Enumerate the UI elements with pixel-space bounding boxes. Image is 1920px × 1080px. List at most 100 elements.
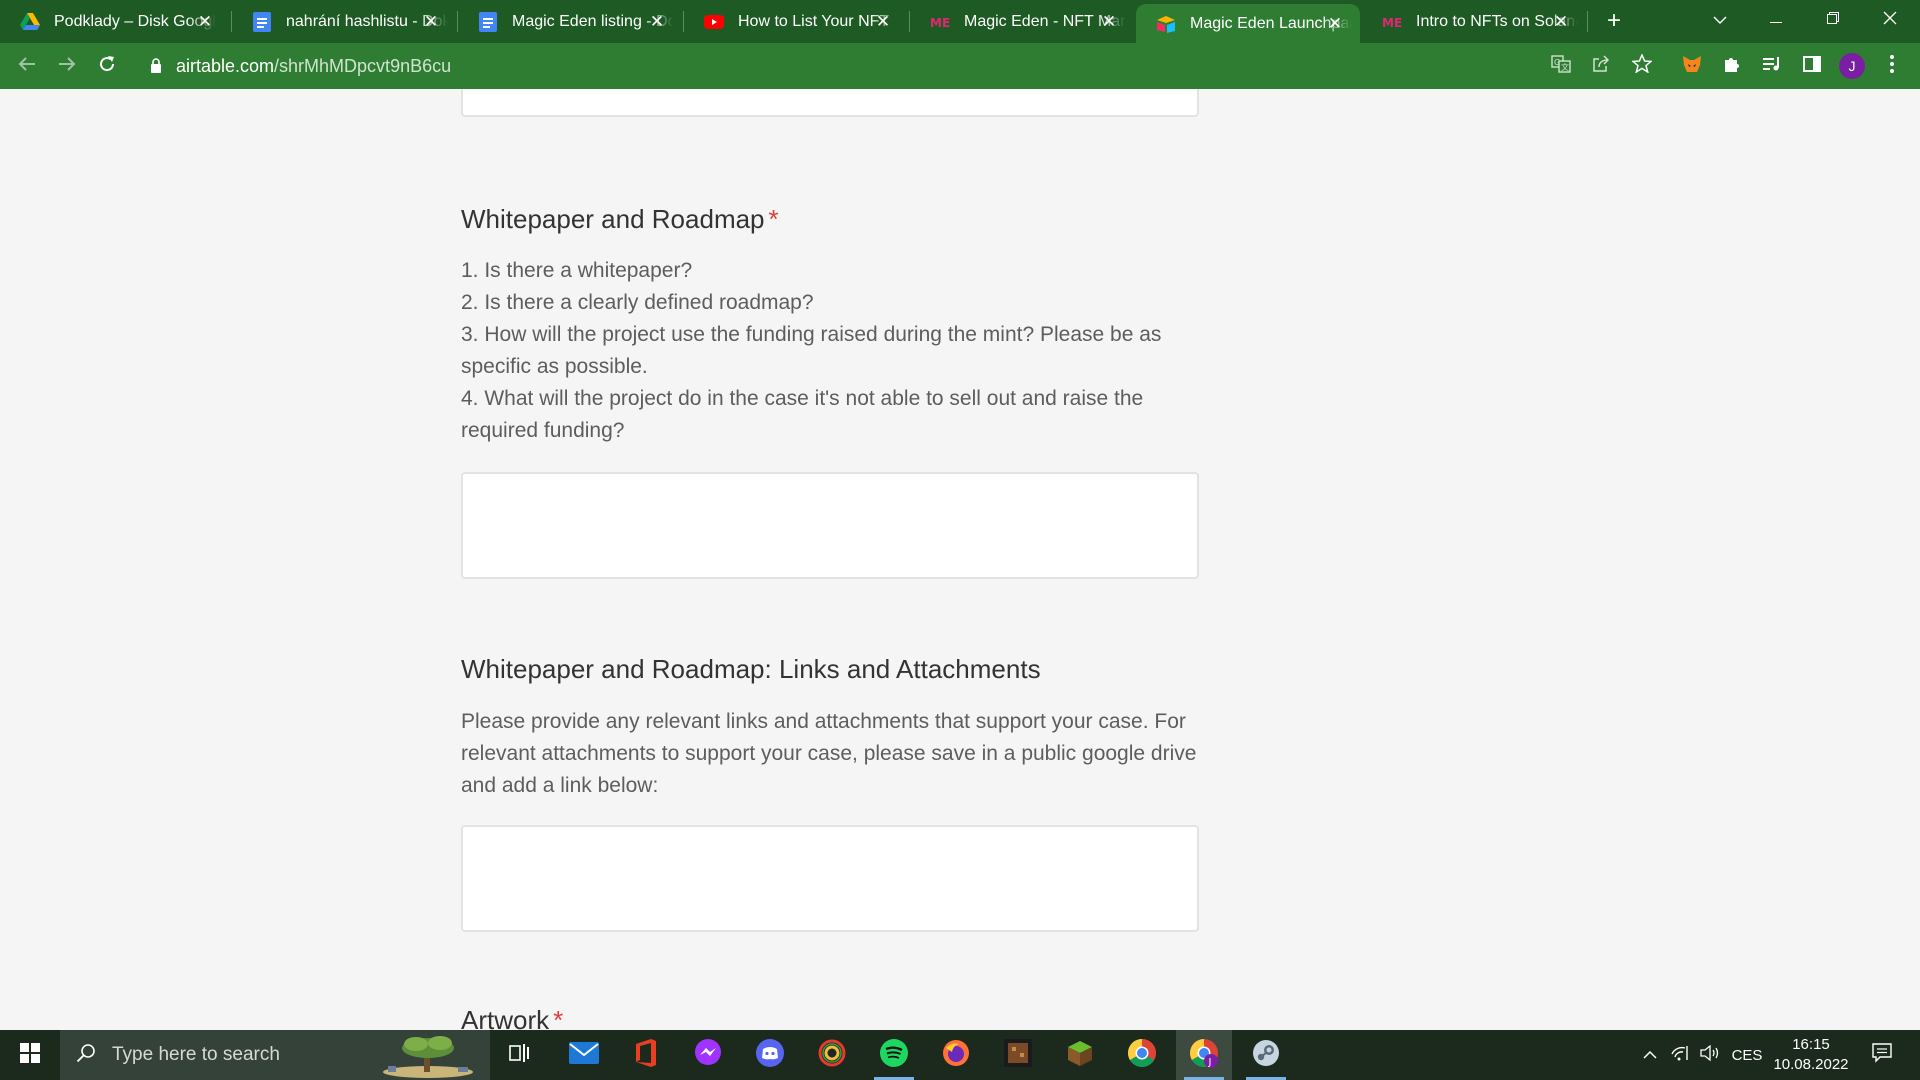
- address-bar[interactable]: airtable.com/shrMhMDpcvt9nB6cu: [136, 48, 1536, 84]
- side-panel-button[interactable]: [1796, 50, 1828, 82]
- tab-podklady[interactable]: Podklady – Disk Google ✕: [0, 0, 230, 43]
- restore-button[interactable]: [1805, 0, 1861, 40]
- google-docs-icon: [252, 11, 272, 32]
- question-title-text: Artwork: [461, 1005, 550, 1030]
- chevron-down-icon: [1713, 11, 1727, 29]
- close-icon[interactable]: ✕: [1100, 12, 1118, 32]
- discord-icon: [755, 1038, 785, 1073]
- taskbar-minecraft[interactable]: [1052, 1030, 1108, 1080]
- question-title-text: Whitepaper and Roadmap: Links and Attach…: [461, 654, 1041, 684]
- chrome-icon: [1127, 1038, 1157, 1073]
- steam-icon: [1251, 1038, 1281, 1073]
- question-line: 3. How will the project use the funding …: [461, 323, 1162, 378]
- taskbar-clock[interactable]: 16:15 10.08.2022: [1768, 1035, 1854, 1075]
- firefox-icon: [941, 1038, 971, 1073]
- windows-logo-icon: [20, 1042, 40, 1068]
- close-icon[interactable]: ✕: [422, 12, 440, 32]
- taskbar-minecraft-dungeons[interactable]: [990, 1030, 1046, 1080]
- taskbar-steam[interactable]: [1238, 1030, 1294, 1080]
- wifi-icon: [1671, 1045, 1689, 1066]
- brave-icon: [818, 1039, 846, 1072]
- office-icon: [635, 1038, 657, 1072]
- question-title: Artwork *: [461, 1005, 563, 1030]
- close-icon[interactable]: ✕: [1326, 14, 1344, 34]
- chrome-profile-icon: J: [1189, 1038, 1219, 1073]
- new-tab-button[interactable]: +: [1600, 8, 1628, 36]
- back-button[interactable]: [11, 50, 43, 82]
- google-docs-icon: [478, 11, 498, 32]
- share-button[interactable]: [1585, 50, 1617, 82]
- tab-magic-eden-marketplace[interactable]: ME Magic Eden - NFT Marketplace ✕: [910, 0, 1134, 43]
- avatar: J: [1839, 53, 1865, 79]
- mail-icon: [569, 1041, 599, 1069]
- volume-control[interactable]: [1696, 1030, 1724, 1080]
- taskbar-firefox[interactable]: [928, 1030, 984, 1080]
- forward-button[interactable]: [51, 50, 83, 82]
- close-icon[interactable]: ✕: [1552, 12, 1570, 32]
- tab-magic-eden-launchpad[interactable]: Magic Eden Launchpad ✕: [1136, 4, 1360, 43]
- minimize-icon: [1770, 11, 1782, 29]
- task-view-icon: [509, 1043, 531, 1068]
- previous-answer-input[interactable]: [461, 89, 1199, 117]
- question-line: 1. Is there a whitepaper?: [461, 259, 693, 282]
- input-language[interactable]: CES: [1728, 1030, 1766, 1080]
- media-control-button[interactable]: [1756, 50, 1788, 82]
- tab-how-to-list-nft[interactable]: How to List Your NFT ✕: [684, 0, 908, 43]
- tab-magic-eden-listing[interactable]: Magic Eden listing - Dokumenty Google ✕: [458, 0, 682, 43]
- question-description: 1. Is there a whitepaper? 2. Is there a …: [461, 255, 1201, 447]
- minimize-button[interactable]: [1748, 0, 1804, 40]
- taskbar-discord[interactable]: [742, 1030, 798, 1080]
- speaker-icon: [1700, 1044, 1720, 1066]
- profile-button[interactable]: J: [1836, 50, 1868, 82]
- minecraft-dungeons-icon: [1004, 1038, 1032, 1072]
- arrow-right-icon: [58, 56, 76, 77]
- taskbar-brave[interactable]: [804, 1030, 860, 1080]
- action-center-button[interactable]: [1862, 1030, 1902, 1080]
- url-domain: airtable.com: [176, 55, 275, 76]
- notification-icon: [1872, 1042, 1892, 1068]
- task-view-button[interactable]: [492, 1030, 548, 1080]
- close-icon[interactable]: ✕: [196, 12, 214, 32]
- tab-search-button[interactable]: [1692, 0, 1748, 40]
- tab-nahrani-hashlistu[interactable]: nahrání hashlistu - Dokumenty Google ✕: [232, 0, 456, 43]
- lock-icon[interactable]: [150, 58, 162, 78]
- taskbar-office[interactable]: [618, 1030, 674, 1080]
- metamask-extension[interactable]: [1676, 50, 1708, 82]
- url-path: /shrMhMDpcvt9nB6cu: [274, 55, 452, 76]
- clock-time: 16:15: [1792, 1036, 1830, 1053]
- reload-button[interactable]: [91, 50, 123, 82]
- taskbar-mail[interactable]: [556, 1030, 612, 1080]
- tab-intro-to-nfts[interactable]: ME Intro to NFTs on Solana ✕: [1362, 0, 1586, 43]
- close-icon[interactable]: ✕: [648, 12, 666, 32]
- start-button[interactable]: [0, 1030, 60, 1080]
- question-line: 2. Is there a clearly defined roadmap?: [461, 291, 814, 314]
- svg-text:文: 文: [1561, 62, 1569, 72]
- close-icon[interactable]: ✕: [874, 12, 892, 32]
- links-attachments-input[interactable]: [461, 825, 1199, 932]
- form-page: Whitepaper and Roadmap * 1. Is there a wh…: [0, 89, 1920, 1030]
- translate-icon: G文: [1551, 54, 1571, 78]
- search-placeholder: Type here to search: [112, 1044, 280, 1065]
- kebab-menu-icon: [1890, 54, 1894, 78]
- tray-overflow-button[interactable]: [1636, 1030, 1664, 1080]
- tab-title: Podklady – Disk Google: [54, 12, 216, 30]
- extensions-button[interactable]: [1716, 50, 1748, 82]
- close-icon: [1883, 11, 1897, 30]
- network-status[interactable]: [1666, 1030, 1694, 1080]
- svg-text:J: J: [1208, 1057, 1212, 1068]
- browser-menu-button[interactable]: [1876, 50, 1908, 82]
- chevron-up-icon: [1643, 1046, 1657, 1064]
- bookmark-button[interactable]: [1626, 50, 1658, 82]
- taskbar-spotify[interactable]: [866, 1030, 922, 1080]
- taskbar-messenger[interactable]: [680, 1030, 736, 1080]
- star-icon: [1631, 53, 1653, 78]
- taskbar-search-box[interactable]: Type here to search: [60, 1030, 490, 1080]
- translate-button[interactable]: G文: [1545, 50, 1577, 82]
- minecraft-icon: [1066, 1039, 1094, 1072]
- spotify-icon: [879, 1038, 909, 1073]
- taskbar-chrome-profile[interactable]: J: [1176, 1030, 1232, 1080]
- svg-text:ME: ME: [930, 16, 950, 29]
- close-window-button[interactable]: [1862, 0, 1918, 40]
- whitepaper-roadmap-input[interactable]: [461, 472, 1199, 579]
- taskbar-chrome[interactable]: [1114, 1030, 1170, 1080]
